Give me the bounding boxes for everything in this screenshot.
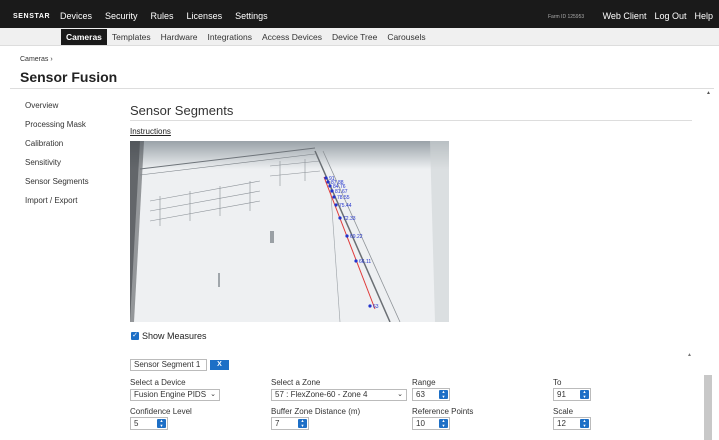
nav-rules[interactable]: Rules [151,11,174,21]
range-input[interactable]: 63 ▲ ▼ [412,388,450,401]
nav-settings[interactable]: Settings [235,11,268,21]
sidebar-item-import-export[interactable]: Import / Export [25,196,89,215]
sidebar-item-sensor-segments[interactable]: Sensor Segments [25,177,89,196]
zone-label: Select a Zone [271,378,321,387]
instructions-link[interactable]: Instructions [130,127,171,136]
scroll-up-icon[interactable]: ▲ [706,90,711,96]
to-input[interactable]: 91 ▲ ▼ [553,388,591,401]
device-label: Select a Device [130,378,186,387]
senstar-logo: SENSTAR [13,13,51,20]
segment-name-field[interactable]: Sensor Segment 1 [130,359,207,371]
user-nav: Web Client Log Out Help [595,11,713,21]
zone-select[interactable]: 57 : FlexZone-60 - Zone 4 ⌄ [271,389,407,401]
measure-label: 63 [373,304,379,310]
range-value: 63 [416,390,425,399]
buffer-input[interactable]: 7 ▲ ▼ [271,417,309,430]
collapse-icon[interactable]: ▲ [687,352,692,358]
show-measures-label: Show Measures [142,331,207,341]
top-navbar: SENSTAR Devices Security Rules Licenses … [0,0,719,28]
stepper-icon[interactable]: ▲ ▼ [298,418,307,428]
stepper-icon[interactable]: ▲ ▼ [580,389,589,399]
subnav-hardware[interactable]: Hardware [156,29,203,45]
sidebar-item-processing-mask[interactable]: Processing Mask [25,120,89,139]
to-value: 91 [557,390,566,399]
show-measures-toggle[interactable]: ✓ Show Measures [131,331,207,341]
subnav-templates[interactable]: Templates [107,29,156,45]
help-link[interactable]: Help [694,11,713,21]
refpoints-value: 10 [416,419,425,428]
stepper-icon[interactable]: ▲ ▼ [439,418,448,428]
buffer-value: 7 [275,419,280,428]
zone-value: 57 : FlexZone-60 - Zone 4 [275,390,368,399]
device-value: Fusion Engine PIDS [134,390,207,399]
checkbox-checked-icon[interactable]: ✓ [131,332,139,340]
scale-label: Scale [553,407,574,416]
nav-licenses[interactable]: Licenses [187,11,223,21]
buffer-label: Buffer Zone Distance (m) [271,407,361,416]
scale-input[interactable]: 12 ▲ ▼ [553,417,591,430]
section-title: Sensor Segments [130,103,234,118]
subnav-device-tree[interactable]: Device Tree [327,29,382,45]
to-label: To [553,378,562,387]
sidebar-item-overview[interactable]: Overview [25,101,89,120]
remove-segment-button[interactable]: X [210,360,229,370]
section-divider [130,120,692,121]
nav-devices[interactable]: Devices [60,11,92,21]
measure-label: 69.22 [350,234,363,240]
chevron-down-icon: ⌄ [210,391,216,398]
sidebar-item-sensitivity[interactable]: Sensitivity [25,158,89,177]
sidebar: Overview Processing Mask Calibration Sen… [25,101,89,215]
page-title: Sensor Fusion [20,69,118,85]
device-select[interactable]: Fusion Engine PIDS ⌄ [130,389,220,401]
farm-id: Farm ID 125953 [548,14,585,20]
refpoints-label: Reference Points [412,407,474,416]
sub-navbar: Cameras Templates Hardware Integrations … [0,28,719,46]
breadcrumb[interactable]: Cameras › [20,56,53,63]
main-nav: Devices Security Rules Licenses Settings [60,11,281,21]
range-label: Range [412,378,436,387]
subnav-access-devices[interactable]: Access Devices [257,29,327,45]
measure-label: 66.11 [359,259,371,265]
nav-security[interactable]: Security [105,11,138,21]
scrollbar[interactable] [704,375,712,440]
divider [10,88,714,89]
chevron-down-icon: ⌄ [397,391,403,398]
confidence-value: 5 [134,419,139,428]
subnav-integrations[interactable]: Integrations [203,29,257,45]
subnav-cameras[interactable]: Cameras [61,29,107,45]
stepper-icon[interactable]: ▲ ▼ [157,418,166,428]
confidence-label: Confidence Level [130,407,192,416]
measure-label: 75.44 [339,203,352,209]
measure-label: 78.55 [337,195,350,201]
stepper-icon[interactable]: ▲ ▼ [439,389,448,399]
sidebar-item-calibration[interactable]: Calibration [25,139,89,158]
camera-view[interactable]: 91 87.88 84.76 81.67 78.55 75.44 72.33 6… [130,141,449,322]
web-client-link[interactable]: Web Client [603,11,647,21]
stepper-icon[interactable]: ▲ ▼ [580,418,589,428]
logout-link[interactable]: Log Out [654,11,686,21]
refpoints-input[interactable]: 10 ▲ ▼ [412,417,450,430]
measure-label: 72.33 [343,216,356,222]
subnav-carousels[interactable]: Carousels [382,29,430,45]
confidence-input[interactable]: 5 ▲ ▼ [130,417,168,430]
scale-value: 12 [557,419,566,428]
